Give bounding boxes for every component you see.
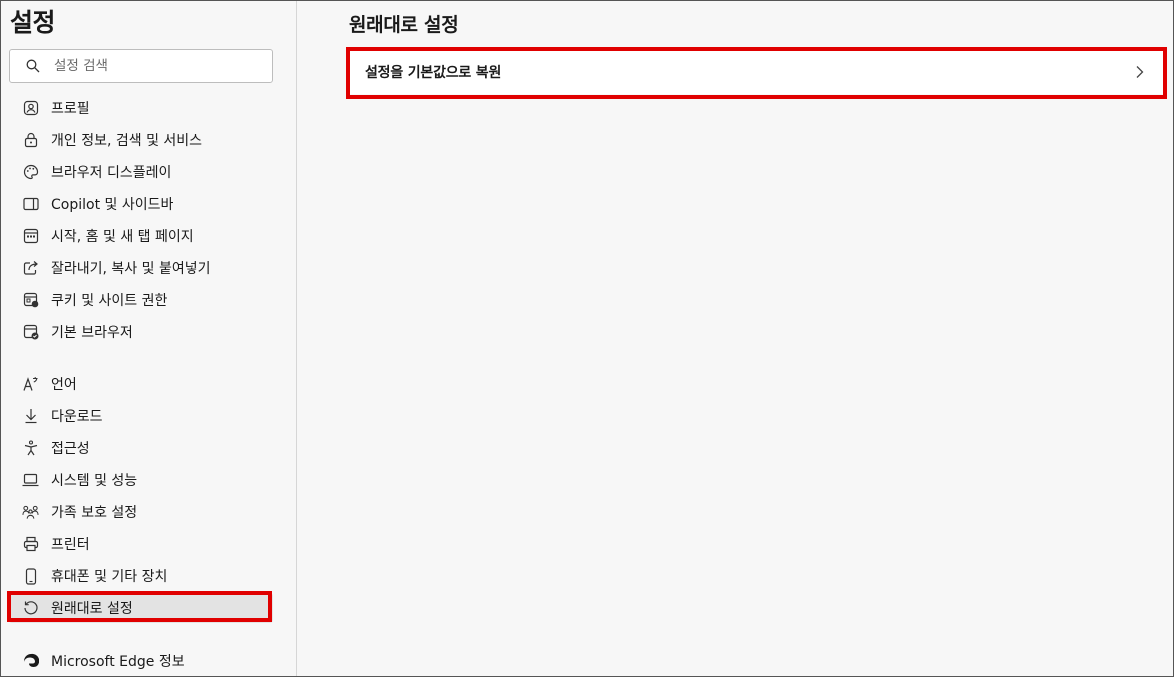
highlight-restore-defaults — [346, 47, 1167, 99]
sidebar-item-label: 언어 — [51, 377, 77, 393]
sidebar-item-label: 시스템 및 성능 — [51, 473, 138, 489]
sidebar-item-downloads[interactable]: 다운로드 — [9, 401, 273, 431]
sidebar-item-appearance[interactable]: 브라우저 디스플레이 — [9, 157, 273, 187]
accessibility-icon — [22, 440, 39, 457]
sidebar-item-phone-devices[interactable]: 휴대폰 및 기타 장치 — [9, 561, 273, 591]
sidebar-item-start-home[interactable]: 시작, 홈 및 새 탭 페이지 — [9, 221, 273, 251]
sidebar-title: 설정 — [10, 8, 56, 37]
sidebar-item-profile[interactable]: 프로필 — [9, 93, 273, 123]
sidebar-item-printers[interactable]: 프린터 — [9, 529, 273, 559]
sidebar-item-label: 프로필 — [51, 101, 90, 117]
search-input[interactable] — [54, 58, 254, 74]
sidebar-item-label: 접근성 — [51, 441, 90, 457]
page-title: 원래대로 설정 — [349, 14, 459, 36]
sidebar-item-label: 다운로드 — [51, 409, 103, 425]
sidebar-item-label: Microsoft Edge 정보 — [51, 654, 185, 670]
edge-logo-icon — [22, 653, 39, 670]
sidebar-item-copilot[interactable]: Copilot 및 사이드바 — [9, 189, 273, 219]
sidebar-item-share-copy-paste[interactable]: 잘라내기, 복사 및 붙여넣기 — [9, 253, 273, 283]
home-page-icon — [22, 228, 39, 245]
sidebar-item-system-performance[interactable]: 시스템 및 성능 — [9, 465, 273, 495]
sidebar-item-label: 쿠키 및 사이트 권한 — [51, 293, 168, 309]
sidebar-item-label: 기본 브라우저 — [51, 325, 133, 341]
highlight-sidebar-reset — [7, 591, 272, 622]
family-icon — [22, 504, 39, 521]
sidebar-item-label: Copilot 및 사이드바 — [51, 197, 174, 213]
sidebar-item-accessibility[interactable]: 접근성 — [9, 433, 273, 463]
sidebar-item-default-browser[interactable]: 기본 브라우저 — [9, 317, 273, 347]
profile-icon — [22, 100, 39, 117]
palette-icon — [22, 164, 39, 181]
sidebar-item-privacy[interactable]: 개인 정보, 검색 및 서비스 — [9, 125, 273, 155]
printer-icon — [22, 536, 39, 553]
sidebar-item-cookies[interactable]: 쿠키 및 사이트 권한 — [9, 285, 273, 315]
language-icon — [22, 376, 39, 393]
sidebar-item-family[interactable]: 가족 보호 설정 — [9, 497, 273, 527]
cookie-permissions-icon — [22, 292, 39, 309]
sidebar-item-label: 프린터 — [51, 537, 90, 553]
sidebar-item-label: 시작, 홈 및 새 탭 페이지 — [51, 229, 194, 245]
sidebar: 설정 프로필 개인 정보, 검색 및 서비스 브라우저 디스플레이 Copilo… — [1, 1, 297, 676]
sidebar-item-languages[interactable]: 언어 — [9, 369, 273, 399]
default-browser-icon — [22, 324, 39, 341]
download-icon — [22, 408, 39, 425]
sidebar-item-label: 잘라내기, 복사 및 붙여넣기 — [51, 261, 211, 277]
sidebar-item-label: 개인 정보, 검색 및 서비스 — [51, 133, 203, 149]
lock-icon — [22, 132, 39, 149]
share-icon — [22, 260, 39, 277]
sidebar-item-about-edge[interactable]: Microsoft Edge 정보 — [9, 646, 273, 676]
phone-icon — [22, 567, 39, 585]
search-box[interactable] — [9, 49, 273, 83]
sidebar-item-label: 브라우저 디스플레이 — [51, 165, 172, 181]
search-icon — [26, 59, 40, 73]
sidebar-item-label: 가족 보호 설정 — [51, 505, 138, 521]
laptop-icon — [22, 472, 39, 489]
sidebar-icon — [22, 196, 39, 213]
sidebar-item-label: 휴대폰 및 기타 장치 — [51, 569, 168, 585]
